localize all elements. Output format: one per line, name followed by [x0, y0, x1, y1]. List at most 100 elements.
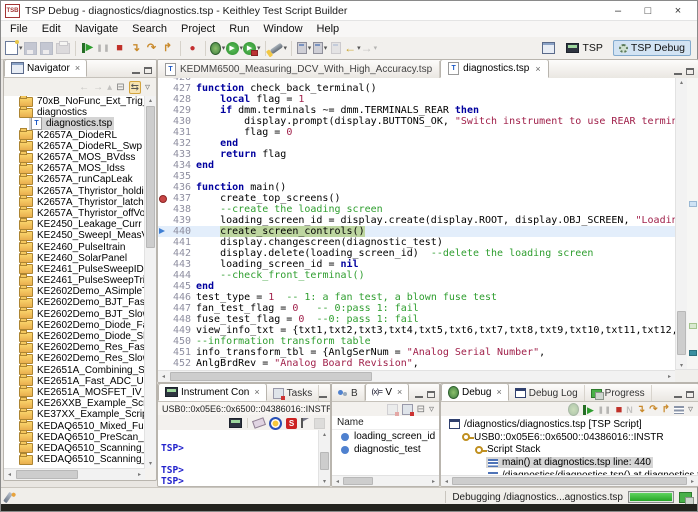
nav-back-button[interactable]: ← — [79, 82, 89, 93]
line-number[interactable]: 449 — [167, 325, 196, 336]
dropdown-icon[interactable]: ▾ — [308, 44, 312, 52]
line-number[interactable]: 428 — [167, 94, 196, 105]
gutter-margin[interactable] — [158, 303, 167, 314]
code-line-437[interactable]: 437 create_top_screens() — [158, 193, 675, 204]
debug-tree-item[interactable]: Script Stack — [441, 444, 698, 457]
scroll-up-icon[interactable]: ▴ — [676, 78, 687, 87]
instrument-selector[interactable]: USB0::0x05E6::0x6500::04386016::INSTR ▿ — [158, 402, 330, 415]
scroll-right-icon[interactable]: ▸ — [687, 477, 698, 486]
scroll-right-icon[interactable]: ▸ — [428, 477, 439, 486]
scroll-right-icon[interactable]: ▸ — [664, 372, 675, 381]
view-menu-button[interactable]: ▿ — [688, 404, 693, 415]
code-line-438[interactable]: 438 --create the loading screen — [158, 204, 675, 215]
line-number[interactable]: 435 — [167, 171, 196, 182]
minimize-button[interactable]: – — [603, 2, 633, 19]
step-return-icon[interactable]: ↱ — [662, 405, 670, 415]
line-number[interactable]: 439 — [167, 215, 196, 226]
gutter-margin[interactable] — [158, 116, 167, 127]
terminate-button[interactable]: ■ — [112, 39, 128, 57]
tab-tasks[interactable]: Tasks — [267, 385, 320, 401]
line-number[interactable]: 452 — [167, 358, 196, 369]
gutter-margin[interactable] — [158, 358, 167, 369]
scroll-left-icon[interactable]: ◂ — [441, 477, 452, 486]
menu-run[interactable]: Run — [222, 23, 256, 35]
line-number[interactable]: 432 — [167, 138, 196, 149]
tab-instrument-console[interactable]: Instrument Con × — [158, 383, 267, 401]
code-line-444[interactable]: 444 --check_front_terminal() — [158, 270, 675, 281]
menu-file[interactable]: File — [3, 23, 35, 35]
open-perspective-button[interactable] — [540, 39, 556, 57]
code-line-449[interactable]: 449view_info_txt = {txt1,txt2,txt3,txt4,… — [158, 325, 675, 336]
close-icon[interactable]: × — [254, 387, 259, 397]
code-line-433[interactable]: 433 return flag — [158, 149, 675, 160]
back-button[interactable]: ←▾ — [344, 39, 361, 57]
menu-project[interactable]: Project — [174, 23, 222, 35]
line-number[interactable]: 431 — [167, 127, 196, 138]
tab-breakpoints[interactable]: B — [332, 385, 365, 401]
code-line-440[interactable]: 440 create_screen_controls() — [158, 226, 675, 237]
search-button[interactable]: ▾ — [270, 39, 288, 57]
save-all-button[interactable] — [39, 39, 55, 57]
panel-minimize-button[interactable] — [132, 72, 140, 74]
clear-console-icon[interactable] — [252, 417, 266, 429]
step-over-icon[interactable]: ↷ — [649, 405, 657, 415]
console-output[interactable]: TSP>TSP>TSP> — [158, 430, 319, 486]
gutter-margin[interactable] — [158, 314, 167, 325]
code-line-435[interactable]: 435 — [158, 171, 675, 182]
scroll-down-icon[interactable]: ▾ — [145, 459, 156, 468]
last-edit-location-button[interactable] — [328, 39, 344, 57]
new-button[interactable]: ▾ — [5, 39, 23, 57]
overview-mark[interactable] — [689, 350, 697, 356]
resume-icon[interactable]: ▶ — [583, 405, 594, 415]
code-line-428[interactable]: 428 local flag = 1 — [158, 94, 675, 105]
menu-help[interactable]: Help — [310, 23, 347, 35]
code-line-443[interactable]: 443 loading_screen_id = nil — [158, 259, 675, 270]
pause-icon[interactable]: ❚❚ — [598, 406, 612, 414]
line-number[interactable]: 427 — [167, 83, 196, 94]
code-editor[interactable]: 426427function check_back_terminal()428 … — [158, 78, 675, 370]
code-line-446[interactable]: 446test_type = 1 -- 1: a fan test, a blo… — [158, 292, 675, 303]
gutter-margin[interactable] — [158, 193, 167, 204]
nav-forward-button[interactable]: → — [93, 82, 103, 93]
external-tools-button[interactable]: ▶▾ — [243, 39, 261, 57]
step-into-button[interactable]: ↴ — [128, 39, 144, 57]
panel-maximize-button[interactable] — [686, 391, 694, 398]
tab-debug[interactable]: Debug × — [441, 383, 509, 401]
open-instrument-icon[interactable] — [229, 418, 242, 428]
panel-minimize-button[interactable] — [674, 396, 682, 398]
perspective-tsp-button[interactable]: TSP — [560, 40, 608, 56]
variable-row[interactable]: loading_screen_id — [332, 430, 439, 443]
close-icon[interactable]: × — [397, 387, 402, 397]
resume-button[interactable]: ▶ — [80, 39, 96, 57]
toggle-breakpoint-button[interactable]: ● — [185, 39, 201, 57]
pause-button[interactable]: ❚❚ — [96, 39, 112, 57]
panel-minimize-button[interactable] — [674, 73, 682, 75]
line-number[interactable]: 430 — [167, 116, 196, 127]
panel-minimize-button[interactable] — [415, 396, 423, 398]
scroll-left-icon[interactable]: ◂ — [4, 470, 15, 479]
dropdown-icon[interactable]: ▾ — [374, 44, 378, 52]
code-line-427[interactable]: 427function check_back_terminal() — [158, 83, 675, 94]
gutter-margin[interactable] — [158, 325, 167, 336]
close-icon[interactable]: × — [535, 64, 540, 74]
scroll-right-icon[interactable]: ▸ — [134, 470, 145, 479]
stop-icon[interactable]: ■ — [616, 405, 623, 415]
code-line-442[interactable]: 442 display.delete(loading_screen_id) --… — [158, 248, 675, 259]
gutter-margin[interactable] — [158, 94, 167, 105]
gutter-margin[interactable] — [158, 237, 167, 248]
console-vertical-scrollbar[interactable]: ▴ ▾ — [318, 430, 330, 486]
line-number[interactable]: 444 — [167, 270, 196, 281]
debug-tree-item[interactable]: USB0::0x05E6::0x6500::04386016::INSTR — [441, 431, 698, 444]
gutter-margin[interactable] — [158, 270, 167, 281]
line-number[interactable]: 429 — [167, 105, 196, 116]
gutter-margin[interactable] — [158, 347, 167, 358]
gutter-margin[interactable] — [158, 160, 167, 171]
line-number[interactable]: 448 — [167, 314, 196, 325]
breakpoint-icon[interactable] — [159, 195, 167, 203]
gutter-margin[interactable] — [158, 215, 167, 226]
line-number[interactable]: 446 — [167, 292, 196, 303]
tab-navigator[interactable]: Navigator × — [4, 59, 87, 77]
code-line-448[interactable]: 448fuse_test_flag = 0 --0: pass 1: fail — [158, 314, 675, 325]
line-number[interactable]: 451 — [167, 347, 196, 358]
overview-ruler[interactable] — [686, 78, 698, 370]
